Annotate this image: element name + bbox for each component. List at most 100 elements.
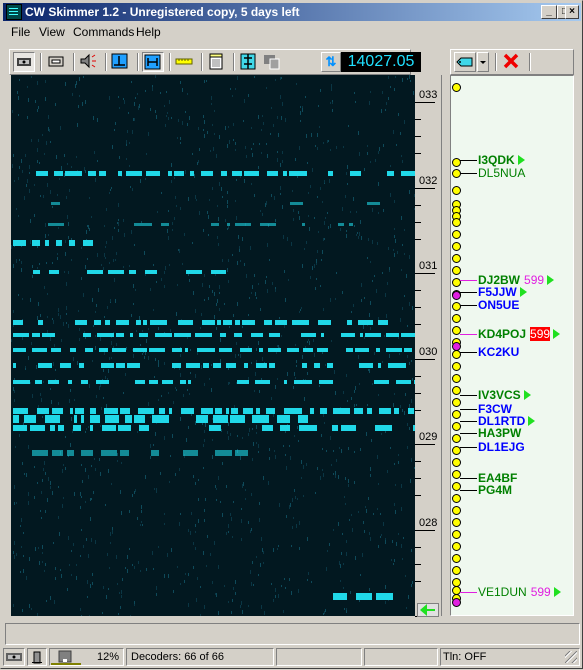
- spot-callsign[interactable]: VE1DUN 599: [478, 585, 561, 599]
- cw-signal-trace: [303, 348, 313, 352]
- cw-signal-trace: [159, 408, 165, 414]
- tag-dropdown-button[interactable]: [477, 52, 489, 72]
- status-radio-cell[interactable]: [3, 648, 25, 666]
- spots-panel[interactable]: I3QDK DL5NUA DJ2BW 599 F5JJW ON5UE KD4POJ 599 KC…: [450, 75, 574, 616]
- tape-button[interactable]: [46, 52, 68, 72]
- frequency-swap-button[interactable]: ⇅: [321, 52, 341, 72]
- waterfall-noise: [31, 139, 32, 142]
- waterfall-noise: [140, 344, 141, 346]
- spot-marker[interactable]: [452, 398, 461, 407]
- menu-view[interactable]: View: [39, 25, 65, 39]
- spot-marker-new[interactable]: [452, 342, 461, 351]
- tag-button[interactable]: [454, 52, 476, 72]
- spot-callsign[interactable]: KC2KU: [478, 345, 519, 359]
- spot-marker[interactable]: [452, 242, 461, 251]
- resize-grip[interactable]: [565, 651, 577, 663]
- radio-button[interactable]: [13, 52, 35, 72]
- waterfall-noise: [180, 81, 181, 84]
- waterfall-noise: [252, 428, 253, 430]
- waterfall-noise: [164, 285, 165, 288]
- spot-marker[interactable]: [452, 422, 461, 431]
- waterfall-display[interactable]: [11, 75, 415, 616]
- spot-marker[interactable]: [452, 542, 461, 551]
- spot-marker[interactable]: [452, 266, 461, 275]
- waterfall-noise: [195, 531, 196, 533]
- spot-callsign[interactable]: PG4M: [478, 483, 512, 497]
- waterfall-noise: [37, 482, 38, 484]
- waterfall-noise: [279, 503, 280, 507]
- spot-marker[interactable]: [452, 434, 461, 443]
- spot-callsign[interactable]: DL1EJG: [478, 440, 525, 454]
- minimize-button[interactable]: _: [541, 5, 557, 19]
- windows-button[interactable]: [262, 52, 284, 72]
- scroll-to-bottom-button[interactable]: [417, 603, 439, 617]
- spot-callsign[interactable]: HA3PW: [478, 426, 521, 440]
- cw-signal-trace: [283, 171, 287, 176]
- waterfall-noise: [409, 302, 410, 306]
- spot-callsign[interactable]: KD4POJ 599: [478, 327, 561, 341]
- waterfall-noise: [329, 179, 330, 183]
- menu-file[interactable]: File: [11, 25, 30, 39]
- waterfall-noise: [119, 107, 120, 109]
- spot-marker[interactable]: [452, 230, 461, 239]
- waterfall-noise: [197, 162, 198, 165]
- spot-marker[interactable]: [452, 83, 461, 92]
- status-ptt-cell[interactable]: [27, 648, 47, 666]
- spot-marker[interactable]: [452, 530, 461, 539]
- waterfall-noise: [187, 123, 188, 126]
- spot-marker[interactable]: [452, 302, 461, 311]
- menu-help[interactable]: Help: [136, 25, 161, 39]
- title-bar[interactable]: CW Skimmer 1.2 - Unregistered copy, 5 da…: [3, 3, 581, 21]
- spot-marker[interactable]: [452, 566, 461, 575]
- waterfall-noise: [64, 154, 65, 157]
- frequency-ruler[interactable]: 033032031030029028027: [415, 75, 442, 617]
- speaker-button[interactable]: [78, 52, 100, 72]
- ruler-tick: [415, 188, 421, 189]
- waterfall-noise: [370, 327, 371, 330]
- waterfall-noise: [249, 297, 250, 299]
- frequency-display[interactable]: 14027.05: [341, 52, 421, 72]
- cw-signal-trace: [232, 171, 242, 176]
- spot-marker[interactable]: [452, 218, 461, 227]
- waterfall-noise: [231, 611, 232, 614]
- waterfall-mode-button[interactable]: [110, 52, 132, 72]
- spot-marker[interactable]: [452, 254, 461, 263]
- cw-signal-trace: [264, 320, 272, 325]
- waterfall-noise: [251, 528, 252, 531]
- spot-marker[interactable]: [452, 458, 461, 467]
- bandwidth-button[interactable]: [142, 52, 164, 72]
- waterfall-noise: [126, 158, 127, 160]
- spot-callsign[interactable]: ON5UE: [478, 298, 519, 312]
- notes-button[interactable]: [206, 52, 228, 72]
- spot-marker[interactable]: [452, 554, 461, 563]
- scale-button[interactable]: [238, 52, 260, 72]
- spot-marker[interactable]: [452, 374, 461, 383]
- waterfall-noise: [188, 274, 189, 276]
- cw-signal-trace: [13, 348, 26, 352]
- ruler-button[interactable]: [174, 52, 196, 72]
- cw-signal-trace: [269, 333, 280, 337]
- ruler-tick: [415, 376, 421, 377]
- spot-marker[interactable]: [452, 518, 461, 527]
- spot-marker-new[interactable]: [452, 598, 461, 607]
- spot-marker[interactable]: [452, 186, 461, 195]
- close-button[interactable]: ×: [565, 5, 579, 19]
- spot-marker[interactable]: [452, 314, 461, 323]
- spot-marker[interactable]: [452, 410, 461, 419]
- spot-callsign[interactable]: F5JJW: [478, 285, 527, 299]
- menu-commands[interactable]: Commands: [73, 25, 134, 39]
- clear-spots-button[interactable]: [501, 52, 523, 72]
- spot-callsign[interactable]: IV3VCS: [478, 388, 531, 402]
- waterfall-noise: [136, 330, 137, 332]
- waterfall-noise: [180, 142, 181, 144]
- spot-marker[interactable]: [452, 362, 461, 371]
- spot-marker[interactable]: [452, 386, 461, 395]
- waterfall-noise: [28, 445, 29, 449]
- spot-marker[interactable]: [452, 506, 461, 515]
- decoded-text-area[interactable]: [5, 623, 580, 645]
- spot-callsign[interactable]: DL5NUA: [478, 166, 525, 180]
- spot-callsign[interactable]: I3QDK: [478, 153, 525, 167]
- spot-marker[interactable]: [452, 494, 461, 503]
- waterfall-noise: [317, 467, 318, 470]
- waterfall-noise: [273, 548, 274, 552]
